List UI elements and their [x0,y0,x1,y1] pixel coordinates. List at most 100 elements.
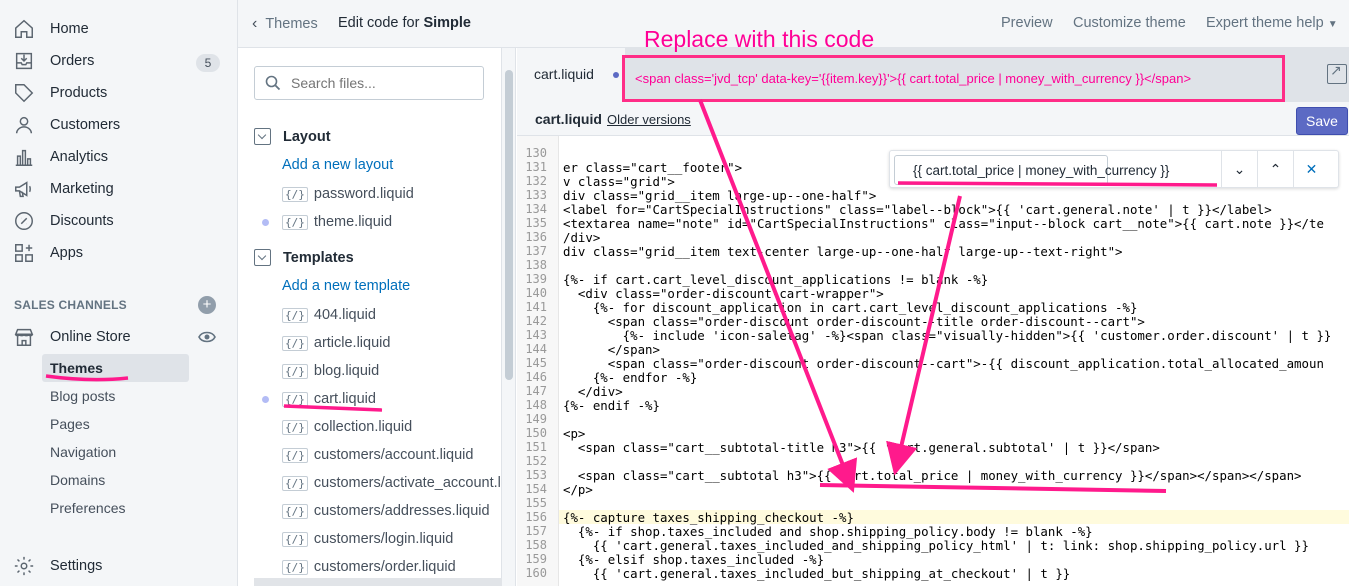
code-line[interactable]: {%- endfor -%} [563,370,697,385]
back-to-themes-link[interactable]: ‹ Themes [252,15,318,33]
horizontal-scrollbar[interactable] [254,578,502,586]
find-prev-button[interactable]: ⌃ [1257,151,1293,187]
nav-item-marketing[interactable]: Marketing [12,175,114,203]
search-input[interactable] [291,75,471,91]
file-item[interactable]: {/} 404.liquid [282,307,376,323]
code-line[interactable]: <div class="order-discount-cart-wrapper"… [563,286,884,301]
line-number: 146 [525,370,547,384]
code-line[interactable]: </div> [563,384,623,399]
nav-item-settings[interactable]: Settings [12,552,102,580]
nav-item-customers[interactable]: Customers [12,111,120,139]
code-line[interactable]: <textarea name="note" id="CartSpecialIns… [563,216,1324,231]
file-search[interactable] [254,66,484,100]
nav-item-label: Orders [50,53,95,69]
file-item[interactable]: {/} blog.liquid [282,363,379,379]
line-number: 158 [525,538,547,552]
save-button[interactable]: Save [1296,107,1348,135]
apps-icon [12,241,36,265]
chevron-down-icon: ⌄ [1233,160,1246,177]
megaphone-icon [12,177,36,201]
find-close-button[interactable]: ✕ [1293,151,1329,187]
find-options-button[interactable]: ⌄ [1221,151,1257,187]
line-number: 138 [525,258,547,272]
nav-item-home[interactable]: Home [12,15,89,43]
code-line[interactable]: {%- include 'icon-saletag' -%}<span clas… [563,328,1332,343]
nav-item-apps[interactable]: Apps [12,239,83,267]
code-line[interactable]: /div> [563,230,600,245]
line-number: 140 [525,286,547,300]
line-number: 132 [525,174,547,188]
sub-item-preferences[interactable]: Preferences [50,500,125,516]
liquid-file-icon: {/} [282,531,308,547]
code-editor-panel: cart.liquid cart.liquid Older versions S… [517,48,1349,586]
add-channel-icon[interactable]: + [198,296,216,314]
customize-theme-link[interactable]: Customize theme [1073,15,1186,31]
file-item-cart[interactable]: {/} cart.liquid [282,391,376,407]
code-line[interactable]: {{ 'cart.general.taxes_included_but_ship… [563,566,1070,581]
file-browser-scrollbar[interactable] [502,48,516,586]
sub-item-themes[interactable]: Themes [42,354,189,382]
code-line[interactable]: <span class="order-discount order-discou… [563,314,1145,329]
code-line[interactable]: er class="cart__footer"> [563,160,742,175]
preview-link[interactable]: Preview [1001,15,1053,31]
line-number: 157 [525,524,547,538]
tag-icon [12,81,36,105]
sub-item-domains[interactable]: Domains [50,472,105,488]
code-line[interactable]: {%- endif -%} [563,398,660,413]
code-area[interactable]: 130 131 er class="cart__footer"> 132 v class… [517,136,1349,586]
unsaved-dot [613,72,619,78]
caret-down-icon: ▼ [1327,19,1338,30]
layout-group-header[interactable]: Layout [254,128,331,145]
templates-group-header[interactable]: Templates [254,249,354,266]
file-item[interactable]: {/} customers/account.liquid [282,447,473,463]
eye-icon[interactable] [198,330,216,344]
code-line[interactable]: </span> [563,342,660,357]
add-layout-link[interactable]: Add a new layout [282,157,393,173]
liquid-file-icon: {/} [282,503,308,519]
nav-item-products[interactable]: Products [12,79,107,107]
nav-item-orders[interactable]: Orders [12,47,94,75]
code-line[interactable]: div class="grid__item large-up--one-half… [563,188,876,203]
file-item[interactable]: {/} customers/addresses.liquid [282,503,490,519]
file-item[interactable]: {/} collection.liquid [282,419,412,435]
sub-item-blog-posts[interactable]: Blog posts [50,388,115,404]
sub-item-navigation[interactable]: Navigation [50,444,116,460]
file-item[interactable]: {/} password.liquid [282,186,414,202]
code-line[interactable]: {%- if cart.cart_level_discount_applicat… [563,272,988,287]
file-item[interactable]: {/} customers/order.liquid [282,559,456,575]
nav-item-label: Online Store [50,329,131,345]
file-item[interactable]: {/}customers/activate_account.liquid [282,475,501,491]
file-item[interactable]: {/} article.liquid [282,335,390,351]
search-icon [265,75,281,91]
code-line[interactable]: <span class="cart__subtotal-title h3">{{… [563,440,1160,455]
find-input[interactable]: {{ cart.total_price | money_with_currenc… [894,155,1169,185]
code-line[interactable]: </p> [563,482,593,497]
nav-item-online-store[interactable]: Online Store [12,323,131,351]
older-versions-link[interactable]: Older versions [607,112,691,127]
file-item[interactable]: {/} theme.liquid [282,214,392,230]
liquid-file-icon: {/} [282,335,308,351]
code-line[interactable]: {%- for discount_application in cart.car… [563,300,1138,315]
scrollbar-thumb[interactable] [505,70,513,380]
code-line[interactable]: <span class="cart__subtotal h3">{{ cart.… [563,468,1302,483]
code-line[interactable]: <p> [563,426,585,441]
add-template-link[interactable]: Add a new template [282,278,410,294]
expand-icon[interactable] [1327,62,1347,84]
nav-item-analytics[interactable]: Analytics [12,143,108,171]
code-line[interactable]: {%- if shop.taxes_included and shop.ship… [563,524,1093,539]
code-line[interactable]: {%- capture taxes_shipping_checkout -%} [563,510,854,525]
expert-help-dropdown[interactable]: Expert theme help ▼ [1206,15,1338,31]
code-line[interactable]: {%- elsif shop.taxes_included -%} [563,552,824,567]
nav-item-label: Products [50,85,108,101]
editor-tab-cart[interactable]: cart.liquid [517,48,625,102]
code-line[interactable]: {{ 'cart.general.taxes_included_and_ship… [563,538,1309,553]
file-item[interactable]: {/} customers/login.liquid [282,531,453,547]
code-line[interactable]: <span class="order-discount order-discou… [563,356,1324,371]
sub-item-pages[interactable]: Pages [50,416,90,432]
code-line[interactable]: v class="grid"> [563,174,675,189]
code-line[interactable]: <label for="CartSpecialInstructions" cla… [563,202,1272,217]
line-number: 134 [525,202,547,216]
nav-item-discounts[interactable]: Discounts [12,207,114,235]
line-number: 155 [525,496,547,510]
code-line[interactable]: div class="grid__item text-center large-… [563,244,1123,259]
